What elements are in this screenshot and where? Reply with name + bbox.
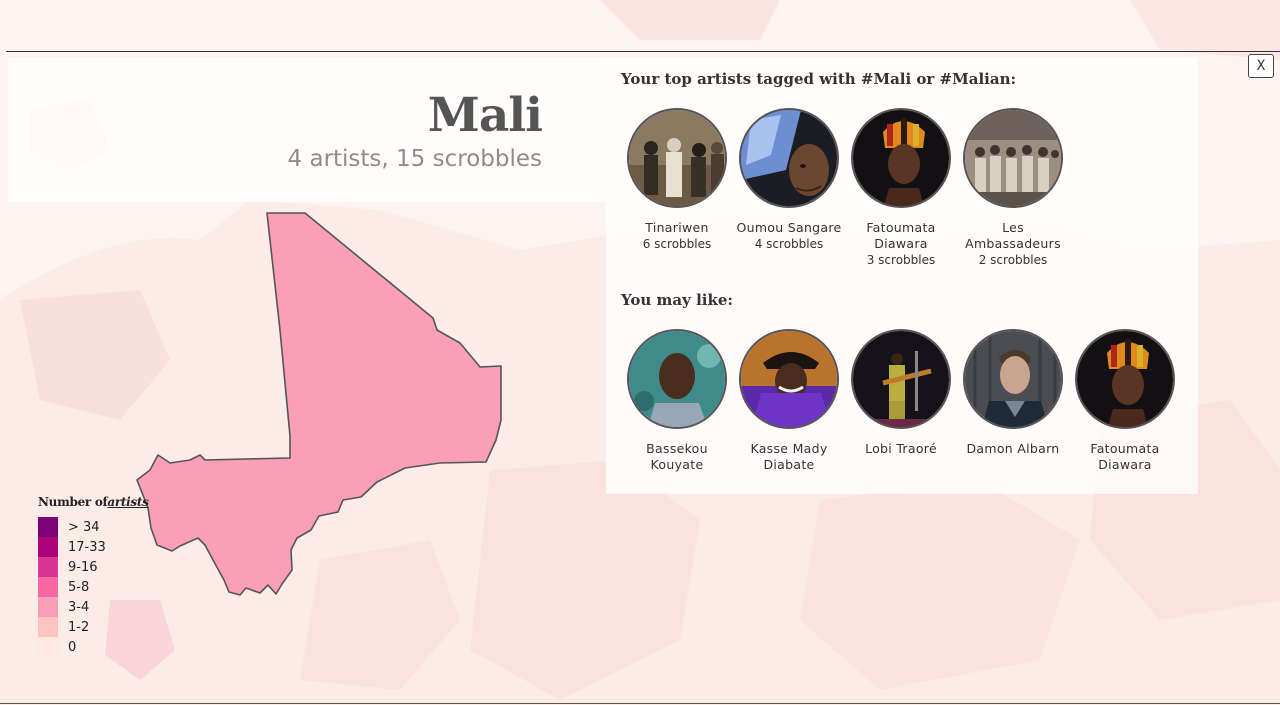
recommended-artist-card[interactable]: Kasse Mady Diabate	[733, 329, 845, 473]
legend-items: > 34 17-33 9-16 5-8 3-4 1-2 0	[38, 517, 149, 657]
artist-name: Oumou Sangare	[736, 220, 842, 235]
legend-title: Number ofartists	[38, 495, 149, 509]
top-divider	[6, 51, 1280, 52]
legend-title-prefix: Number of	[38, 495, 108, 509]
legend-swatch	[38, 557, 58, 577]
top-artist-card[interactable]: Fatoumata Diawara 3 scrobbles	[845, 108, 957, 268]
artist-photo-icon[interactable]	[739, 108, 839, 208]
recommended-artist-card[interactable]: Fatoumata Diawara	[1069, 329, 1181, 473]
top-artist-card[interactable]: Tinariwen 6 scrobbles	[621, 108, 733, 252]
artist-name: Kasse Mady Diabate	[750, 441, 828, 472]
artist-photo-icon[interactable]	[627, 329, 727, 429]
legend-swatch	[38, 517, 58, 537]
scrobble-count: 3 scrobbles	[866, 253, 936, 267]
artist-name: Lobi Traoré	[865, 441, 937, 456]
legend-swatch	[38, 577, 58, 597]
legend-item: 9-16	[38, 557, 149, 577]
artist-photo-icon[interactable]	[739, 329, 839, 429]
artist-name: Fatoumata Diawara	[1090, 441, 1160, 472]
artist-name: Damon Albarn	[966, 441, 1060, 456]
legend-label: 17-33	[68, 539, 106, 555]
legend-item: > 34	[38, 517, 149, 537]
artist-photo-icon[interactable]	[963, 329, 1063, 429]
legend-item: 1-2	[38, 617, 149, 637]
artist-name: Les Ambassadeurs	[965, 220, 1061, 251]
map-view: X Mali 4 artists, 15 scrobbles Your top …	[0, 0, 1280, 705]
top-artist-card[interactable]: Oumou Sangare 4 scrobbles	[733, 108, 845, 252]
artist-photo-icon[interactable]	[851, 329, 951, 429]
artist-photo-icon[interactable]	[851, 108, 951, 208]
legend-label: > 34	[68, 519, 100, 535]
recommended-artist-card[interactable]: Bassekou Kouyate	[621, 329, 733, 473]
legend-swatch	[38, 637, 58, 657]
recommended-artist-card[interactable]: Lobi Traoré	[845, 329, 957, 457]
bottom-divider	[0, 703, 1280, 704]
scrobble-count: 2 scrobbles	[978, 253, 1048, 267]
legend-item: 5-8	[38, 577, 149, 597]
legend-swatch	[38, 617, 58, 637]
legend-label: 1-2	[68, 619, 90, 635]
artist-name: Fatoumata Diawara	[866, 220, 936, 251]
legend-item: 3-4	[38, 597, 149, 617]
recommendations-heading: You may like:	[621, 291, 733, 309]
artist-name: Bassekou Kouyate	[646, 441, 708, 472]
artist-photo-icon[interactable]	[1075, 329, 1175, 429]
legend-item: 0	[38, 637, 149, 657]
artist-photo-icon[interactable]	[963, 108, 1063, 208]
legend-swatch	[38, 597, 58, 617]
legend: Number ofartists > 34 17-33 9-16 5-8 3-4 1-2 0	[38, 495, 149, 657]
legend-label: 9-16	[68, 559, 98, 575]
country-title: Mali	[427, 88, 543, 143]
legend-label: 0	[68, 639, 77, 655]
scrobble-count: 6 scrobbles	[642, 237, 712, 251]
top-artists-heading: Your top artists tagged with #Mali or #M…	[621, 70, 1017, 88]
country-subtitle: 4 artists, 15 scrobbles	[287, 146, 542, 172]
close-button[interactable]: X	[1248, 54, 1274, 78]
legend-label: 5-8	[68, 579, 90, 595]
legend-label: 3-4	[68, 599, 90, 615]
legend-item: 17-33	[38, 537, 149, 557]
scrobble-count: 4 scrobbles	[754, 237, 824, 251]
legend-swatch	[38, 537, 58, 557]
recommended-artist-card[interactable]: Damon Albarn	[957, 329, 1069, 457]
legend-title-link[interactable]: artists	[107, 495, 148, 509]
top-artist-card[interactable]: Les Ambassadeurs 2 scrobbles	[957, 108, 1069, 268]
artist-name: Tinariwen	[645, 220, 709, 235]
artist-photo-icon[interactable]	[627, 108, 727, 208]
